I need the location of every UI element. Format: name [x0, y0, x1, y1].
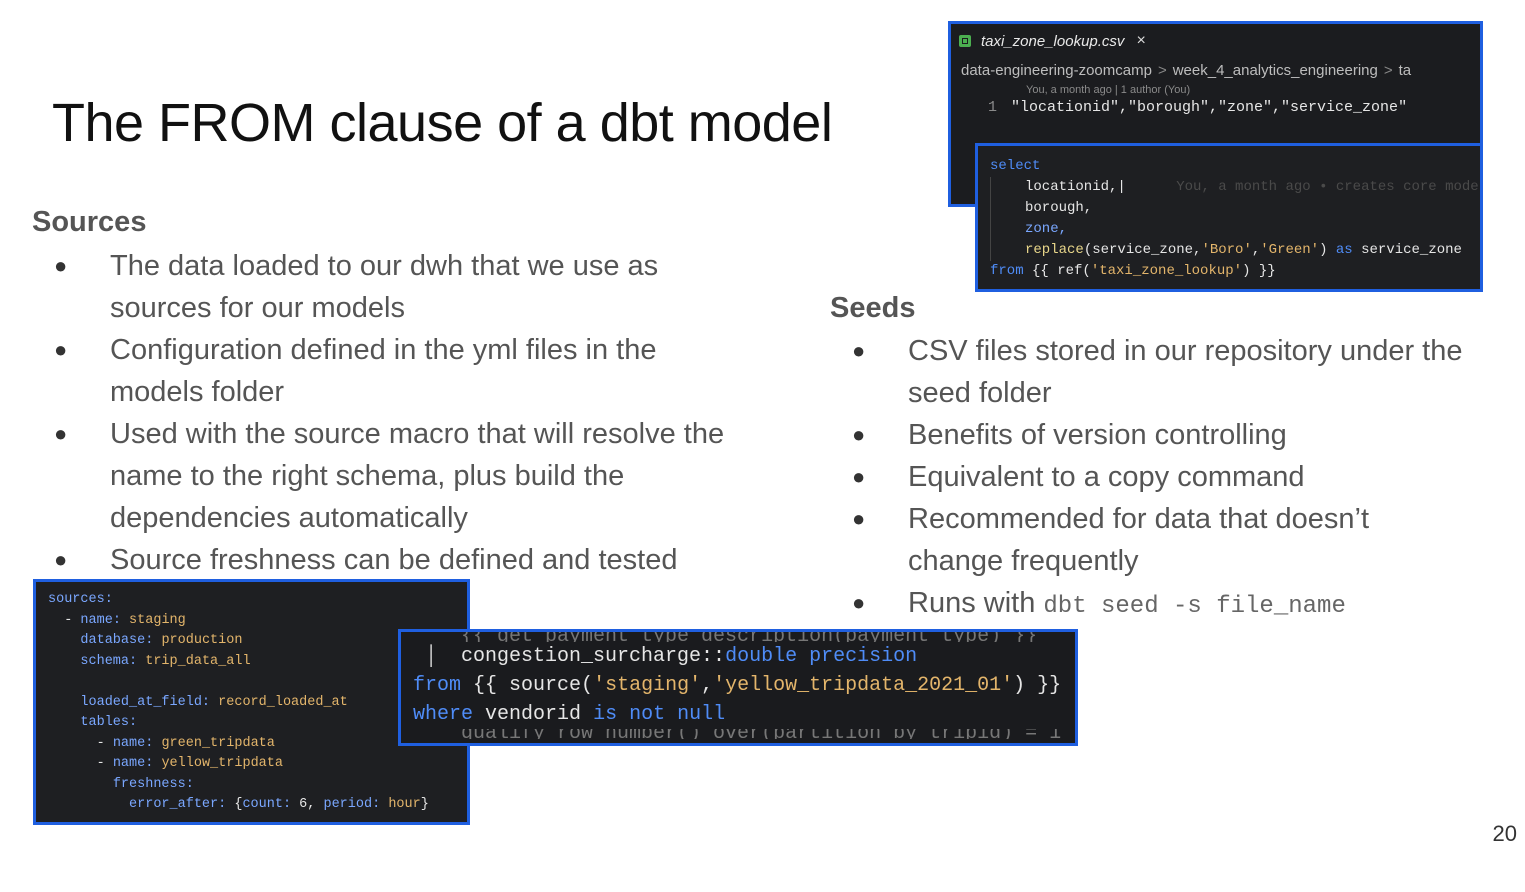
- breadcrumb-item[interactable]: ta: [1399, 62, 1412, 79]
- chevron-right-icon: >: [1383, 62, 1393, 79]
- code-line: sources:: [48, 592, 113, 607]
- code-line: - name: yellow_tripdata: [96, 756, 283, 771]
- breadcrumb: data-engineering-zoomcamp > week_4_analyti…: [951, 62, 1480, 79]
- bullet-dot-icon: ●: [852, 506, 866, 531]
- seeds-bullet: ● Recommended for data that doesn’t chang…: [830, 498, 1470, 582]
- editor-tab[interactable]: taxi_zone_lookup.csv ×: [951, 24, 1480, 58]
- page-number: 20: [1492, 821, 1517, 846]
- csv-header-line: "locationid","borough","zone","service_z…: [1011, 99, 1408, 116]
- bullet-dot-icon: ●: [54, 253, 68, 278]
- sources-heading: Sources: [32, 206, 147, 238]
- code-line: - name: staging: [64, 612, 186, 628]
- seeds-bullet: ● Equivalent to a copy command: [830, 456, 1470, 498]
- sources-bullet: ● Configuration defined in the yml files …: [32, 329, 732, 413]
- code-line: select: [990, 158, 1041, 174]
- code-line: schema: trip_data_all: [80, 653, 251, 669]
- code-line: - name: green_tripdata: [96, 735, 275, 751]
- code-line: tables:: [80, 715, 138, 730]
- code-line: from {{ source('staging','yellow_tripdat…: [413, 674, 1062, 697]
- code-line-cropped: qualify row_number() over(partition by t…: [413, 729, 1063, 739]
- csv-file-icon: [959, 35, 971, 47]
- code-line: error_after: {count: 6, period: hour}: [129, 797, 429, 812]
- bullet-dot-icon: ●: [54, 547, 68, 572]
- seeds-bullet-list: ● CSV files stored in our repository unde…: [830, 330, 1470, 628]
- sources-bullet-list: ● The data loaded to our dwh that we use …: [32, 245, 732, 581]
- breadcrumb-item[interactable]: week_4_analytics_engineering: [1173, 62, 1378, 79]
- editor-tab-label: taxi_zone_lookup.csv: [981, 32, 1125, 50]
- code-line: from {{ ref('taxi_zone_lookup') }}: [990, 263, 1276, 279]
- bullet-dot-icon: ●: [54, 337, 68, 362]
- sources-bullet: ● The data loaded to our dwh that we use …: [32, 245, 732, 329]
- sources-bullet: ● Source freshness can be defined and tes…: [32, 539, 732, 581]
- bullet-dot-icon: ●: [852, 338, 866, 363]
- sql-code-panel: {{ get_payment_type_description(payment_…: [398, 629, 1078, 746]
- code-line: │ congestion_surcharge::double precision: [413, 645, 918, 668]
- code-line-cropped: {{ get_payment_type_description(payment_…: [413, 632, 1063, 642]
- code-line: freshness:: [112, 776, 194, 792]
- slide-title: The FROM clause of a dbt model: [52, 93, 833, 153]
- code-line: locationid,| You, a month ago • creates …: [990, 177, 1479, 198]
- chevron-right-icon: >: [1157, 62, 1167, 79]
- bullet-dot-icon: ●: [852, 464, 866, 489]
- bullet-dot-icon: ●: [852, 590, 866, 615]
- breadcrumb-item[interactable]: data-engineering-zoomcamp: [961, 62, 1152, 79]
- seeds-bullet: ● Benefits of version controlling: [830, 414, 1470, 456]
- seeds-bullet: ● CSV files stored in our repository unde…: [830, 330, 1470, 414]
- code-line: 1 "locationid","borough","zone","service…: [951, 99, 1480, 116]
- code-line: replace(service_zone,'Boro','Green') as …: [990, 240, 1468, 261]
- ghost-blame-text: You, a month ago • creates core mode: [1176, 179, 1479, 195]
- bullet-dot-icon: ●: [54, 421, 68, 446]
- code-line: zone,: [990, 219, 1468, 240]
- seeds-heading: Seeds: [830, 292, 916, 324]
- bullet-dot-icon: ●: [852, 422, 866, 447]
- code-line: database: production: [80, 633, 243, 648]
- seeds-bullet-runs-with: ● Runs with dbt seed -s file_name: [830, 582, 1470, 628]
- git-blame-annotation: You, a month ago | 1 author (You): [1026, 84, 1191, 96]
- code-line: borough,: [990, 198, 1468, 219]
- select-code-panel: select locationid,| You, a month ago • c…: [975, 143, 1483, 292]
- close-icon[interactable]: ×: [1136, 32, 1145, 50]
- dbt-seed-command: dbt seed -s file_name: [1043, 593, 1346, 620]
- sources-bullet: ● Used with the source macro that will re…: [32, 413, 732, 539]
- code-line: where vendorid is not null: [413, 703, 726, 726]
- line-number: 1: [987, 99, 997, 116]
- code-line: loaded_at_field: record_loaded_at: [80, 694, 348, 710]
